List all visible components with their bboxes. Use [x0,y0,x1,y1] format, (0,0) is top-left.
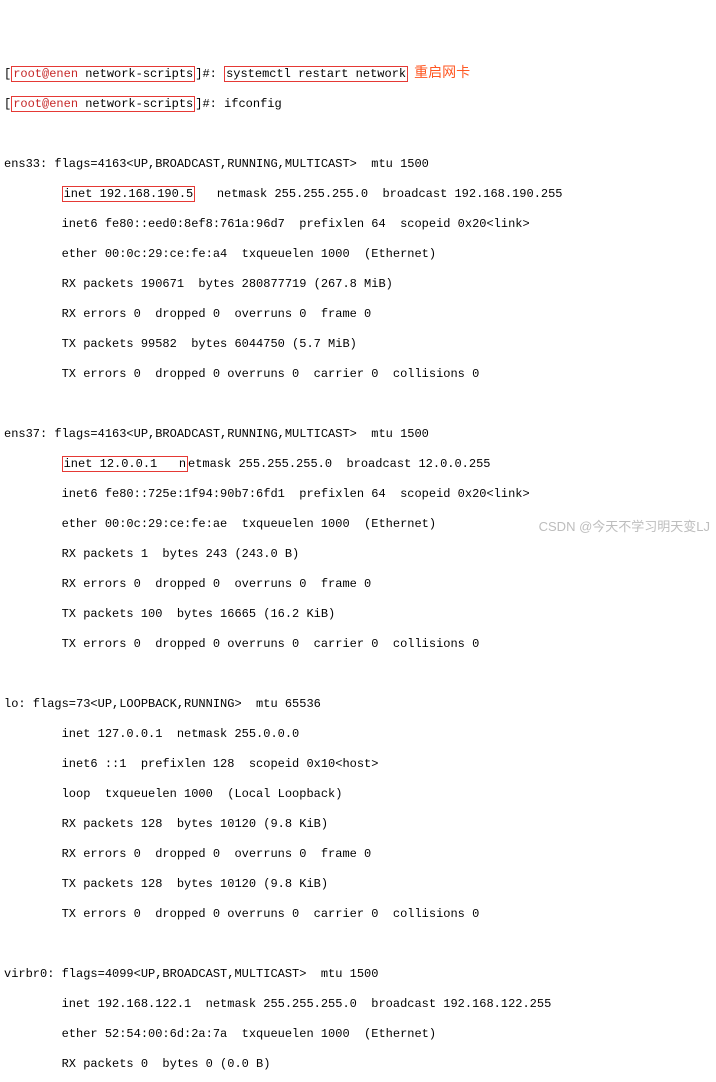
lo-rx-errors: RX errors 0 dropped 0 overruns 0 frame 0 [4,847,712,862]
prompt-sep: #: [202,67,216,81]
ens33-ether: ether 00:0c:29:ce:fe:a4 txqueuelen 1000 … [4,247,712,262]
ens37-inet: inet 12.0.0.1 netmask 255.255.255.0 broa… [4,457,712,472]
prompt-box: root@enen network-scripts [11,96,195,112]
ens37-tx-errors: TX errors 0 dropped 0 overruns 0 carrier… [4,637,712,652]
ens33-rx-errors: RX errors 0 dropped 0 overruns 0 frame 0 [4,307,712,322]
ens33-tx-errors: TX errors 0 dropped 0 overruns 0 carrier… [4,367,712,382]
lo-tx-packets: TX packets 128 bytes 10120 (9.8 KiB) [4,877,712,892]
blank-line [4,397,712,412]
terminal-line-cmd2: [root@enen network-scripts]#: ifconfig [4,97,712,112]
prompt-user: root@enen [13,97,78,111]
prompt-user: root@enen [13,67,78,81]
ens33-inet: inet 192.168.190.5 netmask 255.255.255.0… [4,187,712,202]
ens37-rx-packets: RX packets 1 bytes 243 (243.0 B) [4,547,712,562]
prompt-dir: network-scripts [85,97,193,111]
virbr0-header: virbr0: flags=4099<UP,BROADCAST,MULTICAS… [4,967,712,982]
ens33-tx-packets: TX packets 99582 bytes 6044750 (5.7 MiB) [4,337,712,352]
blank-line [4,127,712,142]
prompt-dir: network-scripts [85,67,193,81]
blank-line [4,937,712,952]
virbr0-inet: inet 192.168.122.1 netmask 255.255.255.0… [4,997,712,1012]
ens37-inet-box: inet 12.0.0.1 n [62,456,188,472]
ens37-rx-errors: RX errors 0 dropped 0 overruns 0 frame 0 [4,577,712,592]
virbr0-rx-packets: RX packets 0 bytes 0 (0.0 B) [4,1057,712,1072]
ens37-tx-packets: TX packets 100 bytes 16665 (16.2 KiB) [4,607,712,622]
prompt-box: root@enen network-scripts [11,66,195,82]
lo-header: lo: flags=73<UP,LOOPBACK,RUNNING> mtu 65… [4,697,712,712]
ens37-inet6: inet6 fe80::725e:1f94:90b7:6fd1 prefixle… [4,487,712,502]
lo-loop: loop txqueuelen 1000 (Local Loopback) [4,787,712,802]
ens33-header: ens33: flags=4163<UP,BROADCAST,RUNNING,M… [4,157,712,172]
ens37-inet-rest: etmask 255.255.255.0 broadcast 12.0.0.25… [188,457,490,471]
ens33-inet-rest: netmask 255.255.255.0 broadcast 192.168.… [195,187,562,201]
blank-line [4,667,712,682]
restart-annotation: 重启网卡 [414,64,470,80]
virbr0-ether: ether 52:54:00:6d:2a:7a txqueuelen 1000 … [4,1027,712,1042]
lo-tx-errors: TX errors 0 dropped 0 overruns 0 carrier… [4,907,712,922]
cmd1-box: systemctl restart network [224,66,408,82]
lo-rx-packets: RX packets 128 bytes 10120 (9.8 KiB) [4,817,712,832]
ens33-inet-box: inet 192.168.190.5 [62,186,196,202]
prompt-sep: #: [202,97,216,111]
lo-inet: inet 127.0.0.1 netmask 255.0.0.0 [4,727,712,742]
ens33-inet6: inet6 fe80::eed0:8ef8:761a:96d7 prefixle… [4,217,712,232]
ens37-header: ens37: flags=4163<UP,BROADCAST,RUNNING,M… [4,427,712,442]
watermark: CSDN @今天不学习明天变LJ [539,519,710,535]
cmd2: ifconfig [224,97,282,111]
lo-inet6: inet6 ::1 prefixlen 128 scopeid 0x10<hos… [4,757,712,772]
ens33-rx-packets: RX packets 190671 bytes 280877719 (267.8… [4,277,712,292]
terminal-line-cmd1: [root@enen network-scripts]#: systemctl … [4,64,712,82]
